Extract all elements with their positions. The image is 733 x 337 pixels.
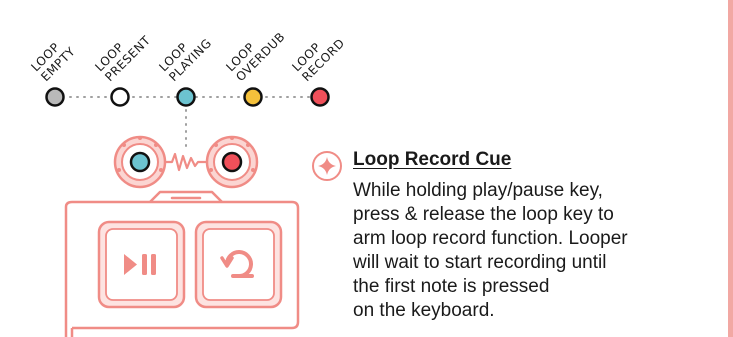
info-body-line: While holding play/pause key,: [353, 180, 603, 201]
state-label-empty: LOOP EMPTY: [28, 40, 78, 84]
sparkle-icon: [312, 151, 342, 181]
state-label-overdub: LOOP OVERDUB: [223, 30, 287, 85]
knob-right-indicator: [221, 151, 243, 173]
play-pause-button[interactable]: [97, 220, 186, 309]
loop-button[interactable]: [194, 220, 283, 309]
info-body: While holding play/pause key, press & re…: [353, 179, 703, 323]
info-body-line: press & release the loop key to: [353, 204, 614, 225]
state-label-present: LOOP PRESENT: [92, 33, 153, 84]
knob-left: [113, 135, 167, 189]
state-label-playing: LOOP PLAYING: [156, 36, 214, 84]
state-dot-playing: [176, 87, 196, 107]
info-body-line: on the keyboard.: [353, 300, 495, 321]
info-body-line: will wait to start recording until: [353, 252, 607, 273]
info-body-line: the first note is pressed: [353, 276, 550, 297]
state-dot-empty: [45, 87, 65, 107]
info-body-line: arm loop record function. Looper: [353, 228, 628, 249]
info-title: Loop Record Cue: [353, 149, 512, 170]
state-dot-present: [110, 87, 130, 107]
waveform-connector: [164, 152, 208, 172]
knob-left-indicator: [129, 151, 151, 173]
state-dot-overdub: [243, 87, 263, 107]
state-dot-record: [310, 87, 330, 107]
knob-right: [205, 135, 259, 189]
state-label-record: LOOP RECORD: [289, 36, 347, 84]
right-accent-bar: [728, 0, 733, 337]
